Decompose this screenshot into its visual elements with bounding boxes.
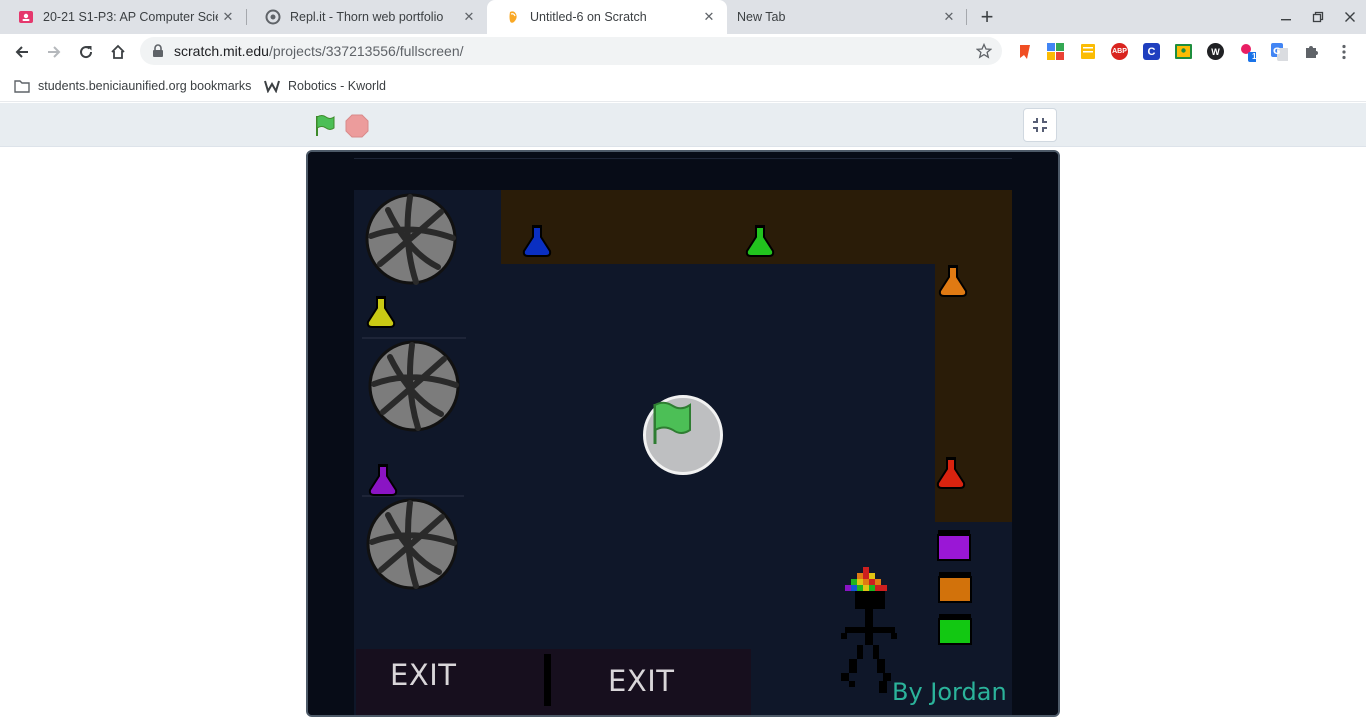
- classroom-icon: [18, 9, 34, 25]
- translate-ext-icon[interactable]: [1047, 43, 1064, 60]
- bookmark-folder-students[interactable]: students.beniciaunified.org bookmarks: [14, 76, 251, 96]
- fan-1: [365, 193, 457, 285]
- tab-replit[interactable]: Repl.it - Thorn web portfolio ✕: [247, 0, 487, 34]
- green-flag-icon: [653, 401, 691, 444]
- bookmark-ext-icon[interactable]: [1016, 43, 1033, 60]
- author-credit: By Jordan: [892, 678, 1007, 706]
- reload-icon[interactable]: [72, 38, 100, 66]
- google-translate-icon[interactable]: G: [1271, 42, 1288, 61]
- close-tab-icon[interactable]: ✕: [218, 7, 238, 27]
- extension-badge-count: 1: [1252, 52, 1257, 61]
- address-bar[interactable]: scratch.mit.edu/projects/337213556/fulls…: [140, 37, 1002, 65]
- browser-toolbar: scratch.mit.edu/projects/337213556/fulls…: [0, 34, 1366, 70]
- minimize-icon[interactable]: [1270, 0, 1302, 34]
- url-text: scratch.mit.edu/projects/337213556/fulls…: [174, 43, 464, 59]
- w-ext-icon[interactable]: W: [1207, 43, 1224, 60]
- start-green-flag-button[interactable]: [643, 395, 723, 475]
- adblock-plus-icon[interactable]: ABP: [1111, 43, 1128, 60]
- tab-new-tab[interactable]: New Tab ✕: [727, 0, 967, 34]
- kworld-icon: [264, 78, 280, 94]
- bookmark-label: Robotics - Kworld: [288, 79, 386, 93]
- folder-icon: [14, 78, 30, 94]
- close-window-icon[interactable]: [1334, 0, 1366, 34]
- green-flag-icon[interactable]: [312, 113, 338, 139]
- back-icon[interactable]: [8, 38, 36, 66]
- exit-fullscreen-button[interactable]: [1023, 108, 1057, 142]
- exit-divider: [544, 654, 551, 706]
- exit-right-label[interactable]: EXIT: [608, 664, 674, 698]
- tab-title: 20-21 S1-P3: AP Computer Scien: [43, 10, 218, 24]
- url-path: /projects/337213556/fullscreen/: [268, 43, 464, 59]
- tab-classroom[interactable]: 20-21 S1-P3: AP Computer Scien ✕: [0, 0, 246, 34]
- puzzle-icon[interactable]: [1303, 43, 1320, 60]
- stop-icon[interactable]: [345, 114, 369, 138]
- menu-icon[interactable]: [1335, 43, 1352, 60]
- bookmarks-bar: students.beniciaunified.org bookmarks Ro…: [0, 70, 1366, 102]
- close-tab-icon[interactable]: ✕: [939, 7, 959, 27]
- tab-divider: [966, 9, 967, 25]
- restore-icon[interactable]: [1302, 0, 1334, 34]
- exit-fullscreen-icon: [1033, 118, 1047, 132]
- tab-scratch[interactable]: Untitled-6 on Scratch ✕: [487, 0, 727, 34]
- home-icon[interactable]: [104, 38, 132, 66]
- jar-purple: [937, 530, 971, 561]
- tab-title: Repl.it - Thorn web portfolio: [290, 10, 444, 24]
- tab-strip: 20-21 S1-P3: AP Computer Scien ✕ Repl.it…: [0, 0, 1366, 34]
- lock-icon: [152, 44, 166, 58]
- svg-text:G: G: [1273, 47, 1280, 57]
- url-host: scratch.mit.edu: [174, 43, 269, 59]
- tab-title: Untitled-6 on Scratch: [530, 10, 647, 24]
- bookmark-robotics-kworld[interactable]: Robotics - Kworld: [264, 76, 386, 96]
- classroom-ext-icon[interactable]: [1175, 43, 1192, 60]
- scratch-controls-bar: [0, 103, 1366, 147]
- forward-icon[interactable]: [40, 38, 68, 66]
- bookmark-star-icon[interactable]: [975, 42, 993, 59]
- jar-green: [938, 614, 972, 645]
- fan-3: [366, 498, 458, 590]
- bookmark-label: students.beniciaunified.org bookmarks: [38, 79, 252, 93]
- scratch-stage[interactable]: EXIT EXIT By Jordan: [306, 150, 1060, 717]
- jar-orange: [938, 572, 972, 603]
- close-tab-icon[interactable]: ✕: [459, 7, 479, 27]
- tab-title: New Tab: [737, 10, 786, 24]
- replit-icon: [265, 9, 281, 25]
- exit-left-label[interactable]: EXIT: [390, 658, 456, 692]
- c-ext-icon[interactable]: C: [1143, 43, 1160, 60]
- fan-2: [368, 340, 460, 432]
- badge-ext-icon[interactable]: 1: [1239, 43, 1257, 62]
- new-tab-button[interactable]: +: [975, 4, 999, 29]
- keep-ext-icon[interactable]: [1079, 43, 1096, 60]
- scratch-icon: [505, 9, 521, 25]
- close-tab-icon[interactable]: ✕: [699, 7, 719, 27]
